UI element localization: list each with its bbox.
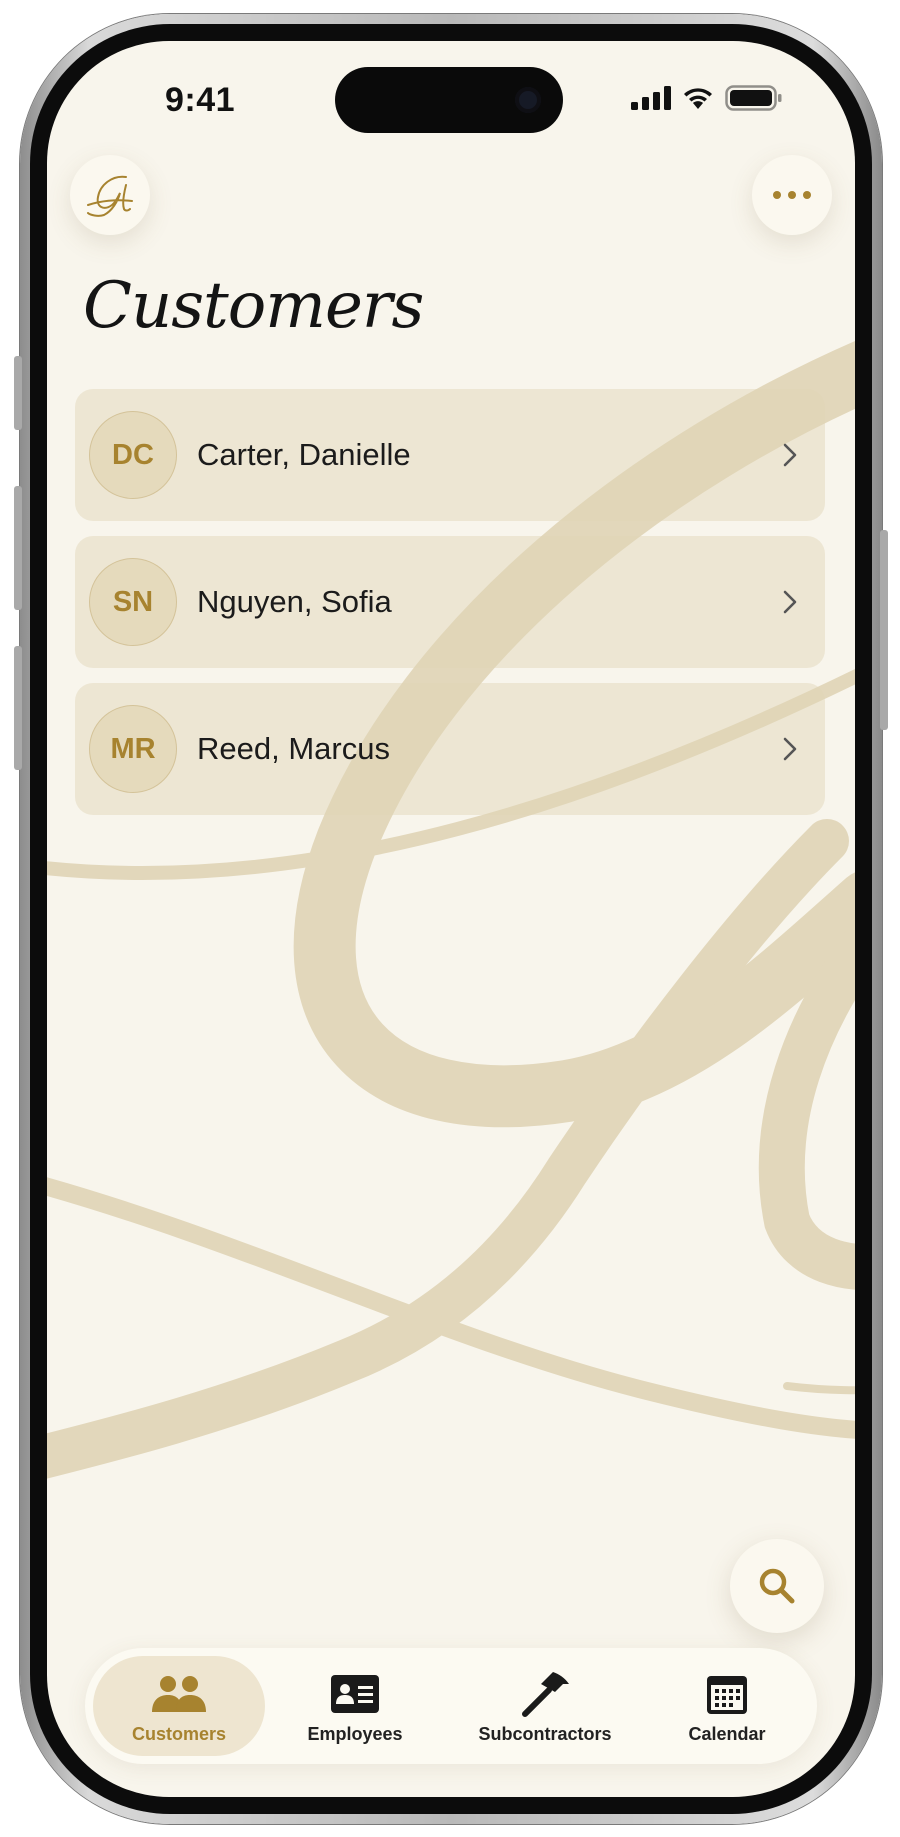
tab-calendar[interactable]: Calendar [645, 1656, 809, 1756]
customer-row[interactable]: SN Nguyen, Sofia [75, 536, 825, 668]
avatar: DC [89, 411, 177, 499]
tab-customers[interactable]: Customers [93, 1656, 265, 1756]
tab-label: Subcontractors [478, 1724, 612, 1744]
tab-label: Customers [131, 1724, 227, 1744]
chevron-right-icon [783, 590, 797, 614]
id-card-icon [331, 1675, 379, 1713]
logo-button[interactable] [70, 155, 150, 235]
camera-icon [515, 87, 541, 113]
action-button [14, 356, 22, 430]
more-options-button[interactable] [752, 155, 832, 235]
tab-employees[interactable]: Employees [269, 1656, 441, 1756]
tab-label: Calendar [688, 1724, 766, 1744]
tab-label: Employees [307, 1724, 403, 1744]
tab-subcontractors[interactable]: Subcontractors [447, 1656, 643, 1756]
status-time: 9:41 [165, 81, 236, 119]
avatar: SN [89, 558, 177, 646]
wifi-icon [684, 88, 712, 109]
chevron-right-icon [783, 443, 797, 467]
customer-row[interactable]: DC Carter, Danielle [75, 389, 825, 521]
hammer-icon [522, 1672, 569, 1717]
customer-name: Nguyen, Sofia [197, 584, 392, 619]
customer-name: Carter, Danielle [197, 437, 411, 472]
people-icon [152, 1676, 206, 1712]
ellipsis-icon [773, 191, 811, 199]
volume-up-button [14, 486, 22, 610]
search-button[interactable] [730, 1539, 824, 1633]
volume-down-button [14, 646, 22, 770]
customer-row[interactable]: MR Reed, Marcus [75, 683, 825, 815]
monogram-logo-icon [87, 175, 133, 217]
dynamic-island [335, 67, 563, 133]
search-icon [759, 1568, 795, 1604]
chevron-right-icon [783, 737, 797, 761]
battery-icon [725, 85, 782, 111]
page-title: Customers [83, 269, 424, 343]
app-screen: 9:41 Customers DC Carter, Danielle SN Ng… [47, 41, 855, 1797]
tab-bar: Customers Employees Subcontractors Calen… [85, 1648, 817, 1764]
status-icons [631, 85, 783, 111]
customer-name: Reed, Marcus [197, 731, 390, 766]
signal-icon [631, 86, 671, 110]
power-button [880, 530, 888, 730]
calendar-icon [707, 1676, 747, 1714]
avatar: MR [89, 705, 177, 793]
